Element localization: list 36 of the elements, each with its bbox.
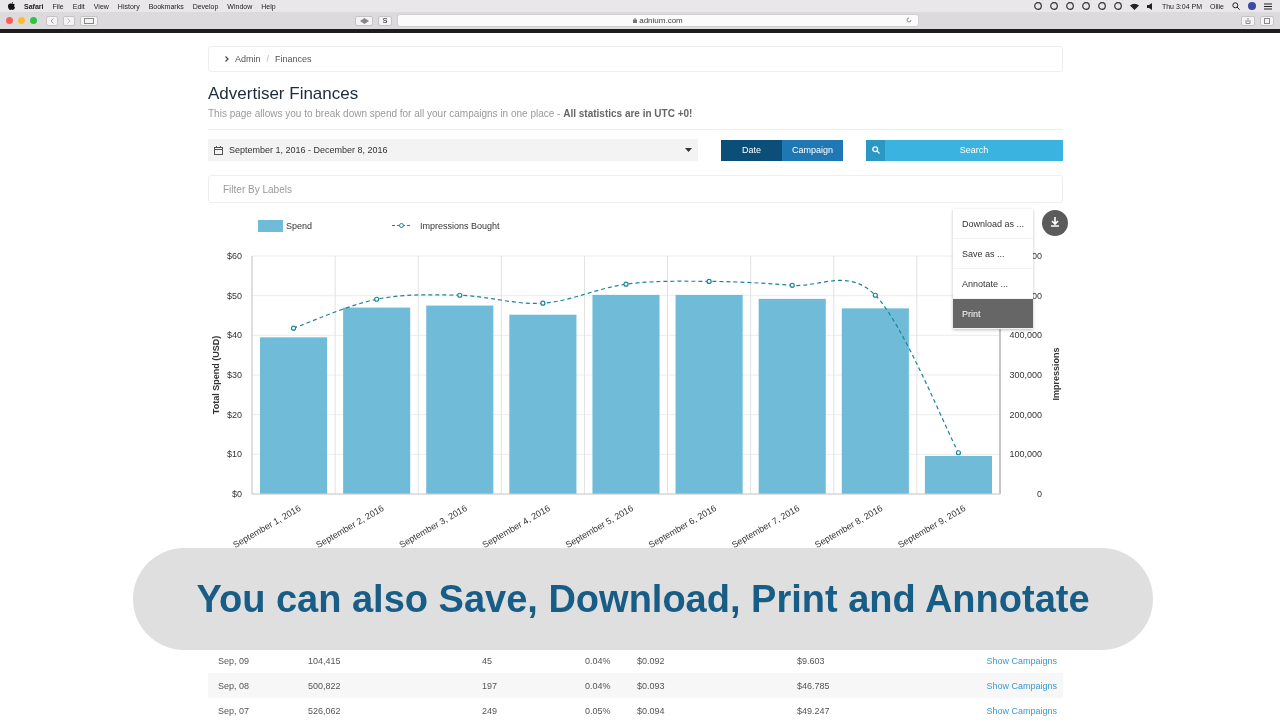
table-cell-text: 0.04% bbox=[584, 680, 612, 691]
table-cell-text: 0.04% bbox=[584, 655, 612, 666]
axis-tick-label: $0 bbox=[232, 489, 242, 499]
table-cell-text: $0.092 bbox=[636, 655, 666, 666]
axis-tick-label: 400,000 bbox=[1009, 330, 1042, 341]
axis-tick-label: 100,000 bbox=[1009, 449, 1042, 460]
axis-tick-label: $30 bbox=[226, 370, 242, 380]
table-cell-text: 197 bbox=[481, 680, 499, 691]
table-cell-text: $0.093 bbox=[636, 680, 666, 691]
axis-tick-label: 0 bbox=[1037, 489, 1042, 499]
video-caption: You can also Save, Download, Print and Annotate bbox=[196, 577, 1090, 621]
page-title: Advertiser Finances bbox=[208, 84, 360, 104]
table-cell-text: 500,822 bbox=[307, 680, 342, 691]
table-cell-text: 104,415 bbox=[307, 655, 342, 666]
axis-tick-label: 200,000 bbox=[1009, 409, 1042, 420]
axis-tick-label: $60 bbox=[226, 251, 242, 261]
table-cell-text: Sep, 09 bbox=[217, 655, 251, 666]
axis-tick-label: $10 bbox=[226, 449, 242, 460]
table-cell-text: $0.094 bbox=[636, 705, 666, 716]
axis-tick-label: $40 bbox=[226, 330, 242, 341]
axis-title: Impressions bbox=[1051, 347, 1061, 401]
page-description: This page allows you to break down spend for all your campaigns in one place - All statistics are in UTC +0! bbox=[208, 108, 694, 119]
axis-tick-label: $20 bbox=[226, 409, 242, 420]
table-cell-text: $46.785 bbox=[796, 680, 831, 691]
breadcrumb-separator: / bbox=[266, 54, 270, 64]
table-cell-text: 0.05% bbox=[584, 705, 612, 716]
table-cell-text: 45 bbox=[481, 655, 493, 666]
axis-tick-label: 300,000 bbox=[1009, 370, 1042, 380]
table-cell-text: $9.603 bbox=[796, 655, 826, 666]
axis-tick-label: $50 bbox=[226, 290, 242, 301]
table-cell-text: 249 bbox=[481, 705, 499, 716]
table-cell-text: Sep, 08 bbox=[217, 680, 251, 691]
table-cell-text: $49.247 bbox=[796, 705, 831, 716]
table-cell-text: Sep, 07 bbox=[217, 705, 251, 716]
table-cell-text: 526,062 bbox=[307, 705, 342, 716]
axis-title: Total Spend (USD) bbox=[211, 335, 221, 415]
